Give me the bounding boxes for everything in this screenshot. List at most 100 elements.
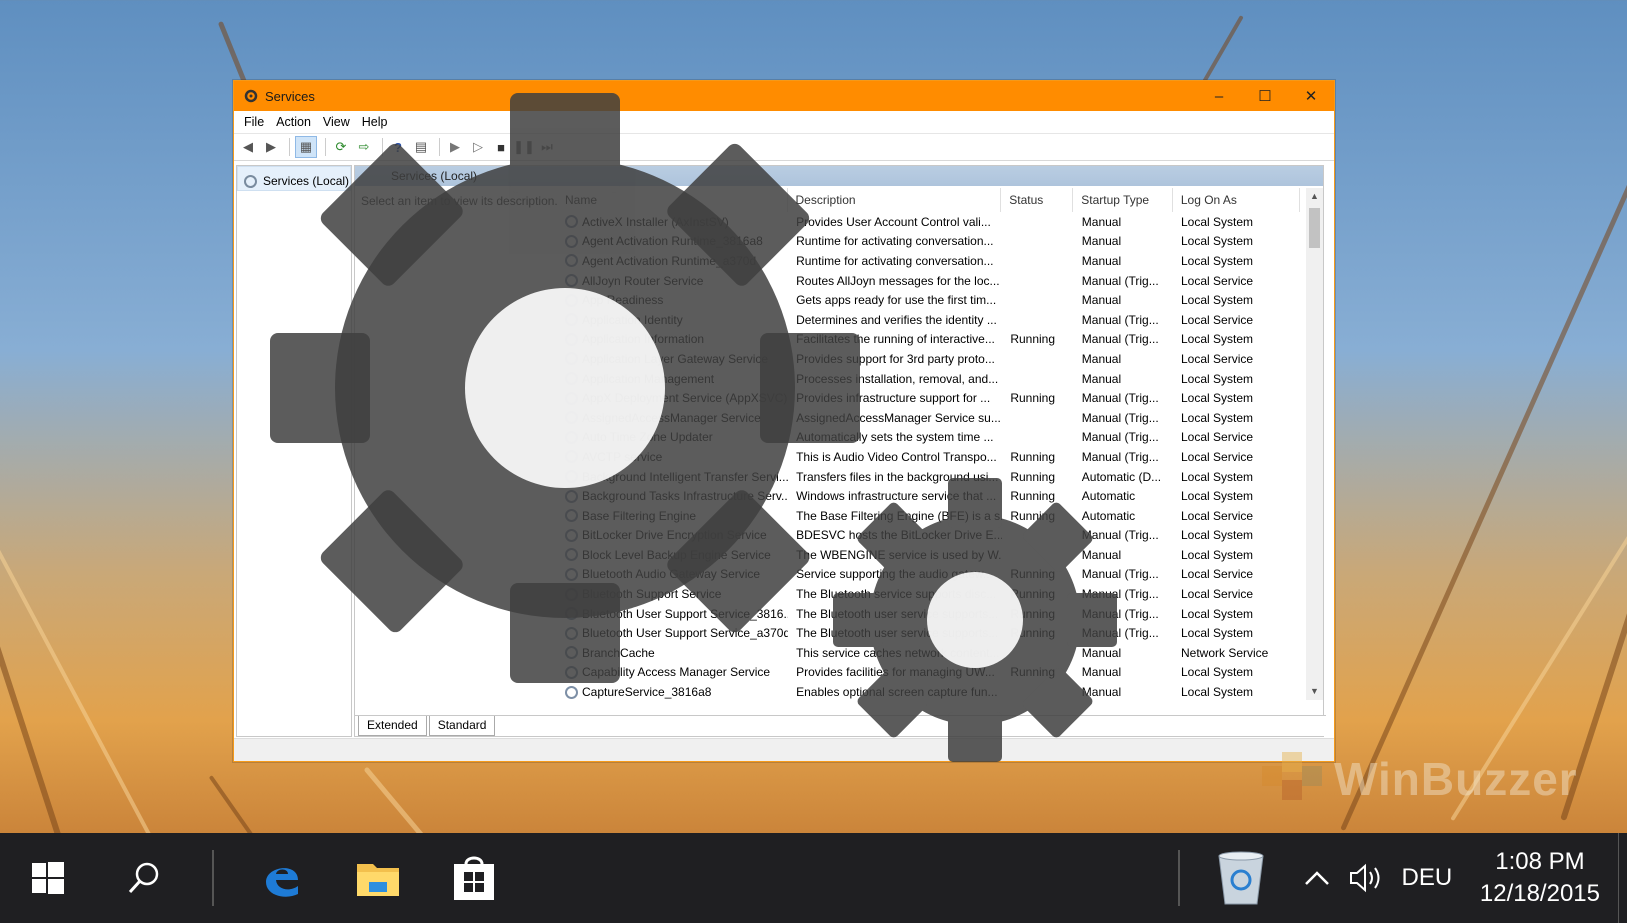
table-row[interactable]: Bluetooth User Support Service_3816... Th… — [565, 604, 1300, 624]
start-button[interactable] — [0, 833, 96, 923]
table-row[interactable]: ActiveX Installer (AxInstSV) Provides Use… — [565, 212, 1300, 232]
tree-item-services-local[interactable]: Services (Local) — [237, 166, 351, 191]
service-name-text: AllJoyn Router Service — [582, 273, 704, 288]
menu-action[interactable]: Action — [272, 115, 319, 129]
tab-standard[interactable]: Standard — [428, 716, 496, 736]
cell-name: Block Level Backup Engine Service — [565, 548, 788, 562]
properties-icon[interactable]: ▤ — [411, 137, 431, 157]
table-row[interactable]: CaptureService_3816a8 Enables optional sc… — [565, 682, 1300, 700]
services-panel: Services (Local) Select an item to view … — [354, 165, 1326, 737]
restart-service-icon[interactable]: ⏭ — [537, 137, 557, 157]
pause-service-icon[interactable]: ❚❚ — [513, 137, 535, 157]
service-gear-icon — [565, 450, 578, 464]
column-header-name[interactable]: Name — [565, 188, 788, 212]
description-area: Select an item to view its description. — [361, 194, 558, 208]
scroll-up-icon[interactable]: ▲ — [1306, 188, 1323, 205]
table-row[interactable]: Bluetooth Support Service The Bluetooth s… — [565, 584, 1300, 604]
table-row[interactable]: Application Layer Gateway Service Provide… — [565, 349, 1300, 369]
windows-logo-icon — [32, 862, 64, 894]
table-row[interactable]: AppX Deployment Service (AppXSVC) Provide… — [565, 388, 1300, 408]
recycle-bin-icon — [1218, 851, 1264, 905]
cell-name: Agent Activation Runtime_a370d — [565, 254, 788, 268]
scroll-down-icon[interactable]: ▼ — [1306, 683, 1323, 700]
table-row[interactable]: Capability Access Manager Service Provide… — [565, 663, 1300, 683]
table-row[interactable]: BranchCache This service caches network c… — [565, 643, 1300, 663]
table-row[interactable]: App Readiness Gets apps ready for use the… — [565, 290, 1300, 310]
file-explorer-taskbar-button[interactable] — [330, 833, 426, 923]
scrollbar-thumb[interactable] — [1309, 208, 1320, 248]
recycle-bin-button[interactable] — [1206, 833, 1276, 923]
table-row[interactable]: AllJoyn Router Service Routes AllJoyn mes… — [565, 271, 1300, 291]
table-row[interactable]: Auto Time Zone Updater Automatically sets… — [565, 428, 1300, 448]
cell-name: Application Information — [565, 332, 788, 346]
menu-help[interactable]: Help — [358, 115, 396, 129]
table-row[interactable]: Application Management Processes installa… — [565, 369, 1300, 389]
table-row[interactable]: Block Level Backup Engine Service The WBE… — [565, 545, 1300, 565]
cell-startup-type: Manual — [1081, 234, 1122, 249]
show-hidden-icons-button[interactable] — [1292, 833, 1342, 923]
search-button[interactable] — [96, 833, 192, 923]
help-icon[interactable]: ? — [388, 137, 408, 157]
service-name-text: AppX Deployment Service (AppXSVC) — [582, 391, 788, 406]
column-header-status[interactable]: Status — [1001, 188, 1074, 212]
cell-log-on-as: Local System — [1181, 469, 1254, 484]
table-row[interactable]: Application Information Facilitates the r… — [565, 330, 1300, 350]
table-row[interactable]: Agent Activation Runtime_3816a8 Runtime f… — [565, 232, 1300, 252]
clock-date: 12/18/2015 — [1479, 880, 1600, 907]
service-gear-icon — [565, 646, 578, 660]
close-button[interactable]: ✕ — [1288, 81, 1334, 111]
volume-button[interactable] — [1342, 833, 1392, 923]
stop-service-icon[interactable]: ■ — [491, 137, 511, 157]
cell-description: The Bluetooth user service supports... — [796, 626, 999, 641]
show-hide-console-tree-icon[interactable]: ▦ — [295, 136, 317, 158]
vertical-scrollbar[interactable]: ▲ ▼ — [1306, 188, 1323, 700]
table-row[interactable]: Base Filtering Engine The Base Filtering … — [565, 506, 1300, 526]
service-gear-icon — [565, 391, 578, 405]
table-row[interactable]: Bluetooth User Support Service_a370d The … — [565, 623, 1300, 643]
service-name-text: Background Intelligent Transfer Servi... — [582, 469, 789, 484]
menu-file[interactable]: File — [240, 115, 272, 129]
table-row[interactable]: AVCTP service This is Audio Video Control… — [565, 447, 1300, 467]
table-row[interactable]: Application Identity Determines and verif… — [565, 310, 1300, 330]
column-header-log-on-as[interactable]: Log On As — [1173, 188, 1300, 212]
cell-name: AllJoyn Router Service — [565, 274, 788, 288]
start-service-alt-icon[interactable]: ▷ — [468, 137, 488, 157]
services-window: Services – ☐ ✕ File Action View Help ◀ ▶… — [233, 80, 1335, 762]
cell-log-on-as: Local System — [1181, 410, 1254, 425]
column-header-startup-type[interactable]: Startup Type — [1073, 188, 1173, 212]
table-row[interactable]: Bluetooth Audio Gateway Service Service s… — [565, 565, 1300, 585]
table-row[interactable]: BitLocker Drive Encryption Service BDESVC… — [565, 526, 1300, 546]
taskbar-clock[interactable]: 1:08 PM 12/18/2015 — [1462, 848, 1618, 908]
service-name-text: AssignedAccessManager Service — [582, 410, 761, 425]
cell-description: The Bluetooth service supports disc... — [796, 587, 997, 602]
start-service-icon[interactable]: ▶ — [445, 137, 465, 157]
cell-description: Provides support for 3rd party proto... — [796, 351, 995, 366]
cell-startup-type: Manual (Trig... — [1081, 332, 1159, 347]
title-bar[interactable]: Services – ☐ ✕ — [234, 81, 1334, 111]
table-row[interactable]: Background Intelligent Transfer Servi...… — [565, 467, 1300, 487]
store-taskbar-button[interactable] — [426, 833, 522, 923]
tab-extended[interactable]: Extended — [358, 716, 427, 736]
cell-name: Background Intelligent Transfer Servi... — [565, 470, 788, 484]
input-language-indicator[interactable]: DEU — [1392, 833, 1462, 923]
forward-arrow-icon[interactable]: ▶ — [261, 137, 281, 157]
refresh-icon[interactable]: ⟳ — [331, 137, 351, 157]
cell-name: Agent Activation Runtime_3816a8 — [565, 234, 788, 248]
menu-view[interactable]: View — [319, 115, 358, 129]
table-row[interactable]: Background Tasks Infrastructure Serv... W… — [565, 486, 1300, 506]
table-row[interactable]: AssignedAccessManager Service AssignedAcc… — [565, 408, 1300, 428]
maximize-button[interactable]: ☐ — [1242, 81, 1288, 111]
service-gear-icon — [565, 685, 578, 699]
cell-description: Transfers files in the background usi... — [796, 469, 999, 484]
export-list-icon[interactable]: ⇨ — [354, 137, 374, 157]
service-name-text: Background Tasks Infrastructure Serv... — [582, 489, 789, 504]
show-desktop-button[interactable] — [1618, 833, 1627, 923]
minimize-button[interactable]: – — [1196, 81, 1242, 111]
back-arrow-icon[interactable]: ◀ — [238, 137, 258, 157]
edge-taskbar-button[interactable] — [234, 833, 330, 923]
table-row[interactable]: Agent Activation Runtime_a370d Runtime fo… — [565, 251, 1300, 271]
service-name-text: CaptureService_3816a8 — [582, 685, 712, 700]
cell-startup-type: Manual — [1081, 645, 1122, 660]
cell-description: Enables optional screen capture fun... — [796, 685, 998, 700]
column-header-description[interactable]: Description — [788, 188, 1002, 212]
